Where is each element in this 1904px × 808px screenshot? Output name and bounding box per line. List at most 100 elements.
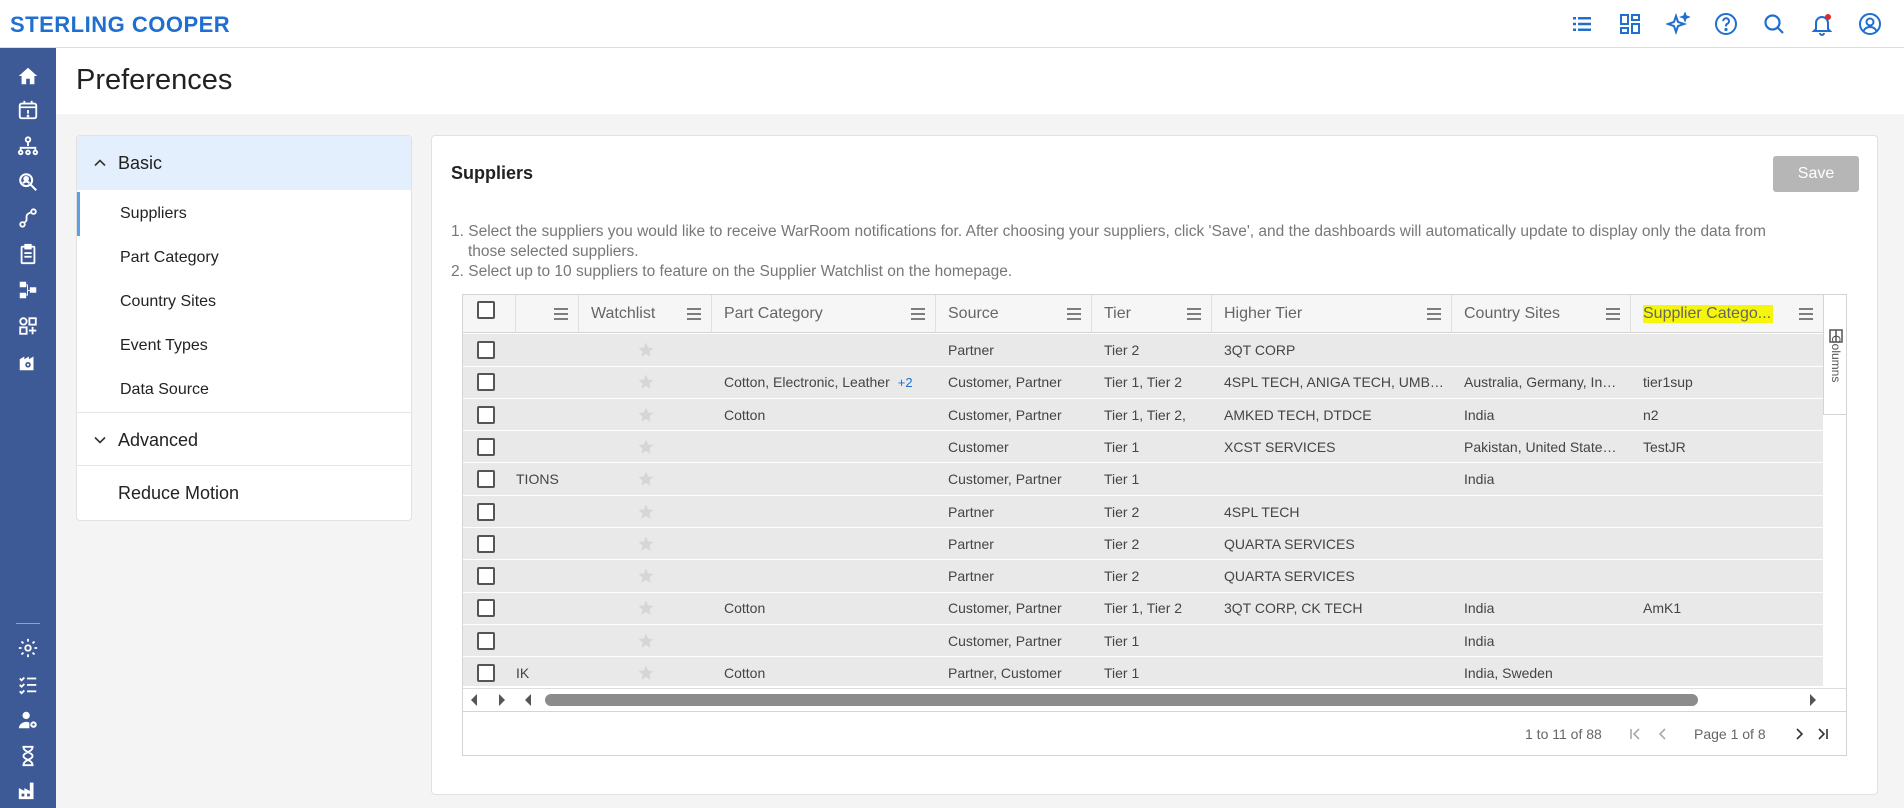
- column-menu-icon[interactable]: [1606, 308, 1620, 320]
- user-icon[interactable]: [1846, 0, 1894, 48]
- instruction-line: 1. Select the suppliers you would like t…: [451, 223, 1766, 240]
- table-row[interactable]: Cotton, Electronic, Leather +2 Customer, P…: [463, 366, 1823, 399]
- network-icon[interactable]: [14, 132, 42, 160]
- building-gear-icon[interactable]: [14, 348, 42, 376]
- row-checkbox[interactable]: [477, 470, 495, 489]
- more-categories-link[interactable]: +2: [898, 375, 913, 390]
- sparkle-icon[interactable]: [1654, 0, 1702, 48]
- next-page-icon[interactable]: [1791, 726, 1807, 742]
- watchlist-star-icon[interactable]: [637, 535, 655, 553]
- factory-icon[interactable]: [14, 776, 42, 804]
- first-page-icon[interactable]: [1627, 726, 1643, 742]
- table-row[interactable]: Cotton Customer, Partner Tier 1, Tier 2, AM…: [463, 399, 1823, 432]
- scroll-left-icon[interactable]: [523, 694, 533, 706]
- header-tier[interactable]: Tier: [1092, 295, 1212, 333]
- list-icon[interactable]: [1558, 0, 1606, 48]
- table-row[interactable]: Partner Tier 2 4SPL TECH: [463, 496, 1823, 528]
- column-menu-icon[interactable]: [1187, 308, 1201, 320]
- select-all-checkbox[interactable]: [477, 301, 495, 319]
- nav-section-reduce-motion[interactable]: Reduce Motion: [77, 466, 411, 520]
- scroll-right-icon[interactable]: [497, 694, 507, 706]
- row-checkbox[interactable]: [477, 534, 495, 553]
- bell-icon[interactable]: [1798, 0, 1846, 48]
- header-country-sites[interactable]: Country Sites: [1452, 295, 1631, 333]
- cell-tier: Tier 2: [1104, 334, 1210, 366]
- user-gear-icon[interactable]: [14, 706, 42, 734]
- watchlist-star-icon[interactable]: [637, 373, 655, 391]
- watchlist-star-icon[interactable]: [637, 632, 655, 650]
- scroll-right-icon[interactable]: [1808, 694, 1818, 706]
- horizontal-scrollbar[interactable]: [463, 688, 1846, 710]
- header-part-category[interactable]: Part Category: [712, 295, 936, 333]
- header-higher-tier[interactable]: Higher Tier: [1212, 295, 1452, 333]
- scroll-left-icon[interactable]: [469, 694, 479, 706]
- checklist-icon[interactable]: [14, 670, 42, 698]
- row-checkbox[interactable]: [477, 567, 495, 586]
- columns-tool-panel-tab[interactable]: Columns: [1823, 295, 1846, 415]
- cell-text: Tier 1, Tier 2,: [1104, 406, 1186, 423]
- watchlist-star-icon[interactable]: [637, 470, 655, 488]
- nav-item-data-source[interactable]: Data Source: [77, 368, 411, 412]
- search-icon[interactable]: [1750, 0, 1798, 48]
- settings-icon[interactable]: [14, 634, 42, 662]
- calendar-alert-icon[interactable]: [14, 96, 42, 124]
- watchlist-star-icon[interactable]: [637, 567, 655, 585]
- header-watchlist[interactable]: Watchlist: [579, 295, 712, 333]
- nav-item-part-category[interactable]: Part Category: [77, 236, 411, 280]
- table-row[interactable]: Cotton Customer, Partner Tier 1, Tier 2 3QT…: [463, 592, 1823, 625]
- hierarchy-icon[interactable]: [14, 276, 42, 304]
- cell-supplier-category: [1643, 657, 1821, 689]
- watchlist-star-icon[interactable]: [637, 406, 655, 424]
- table-row[interactable]: Customer, Partner Tier 1 India: [463, 625, 1823, 658]
- nav-item-suppliers[interactable]: Suppliers: [77, 192, 411, 236]
- cell-country-sites: [1464, 528, 1629, 560]
- route-icon[interactable]: [14, 204, 42, 232]
- watchlist-star-icon[interactable]: [637, 341, 655, 359]
- table-row[interactable]: TIONS Customer, Partner Tier 1 India: [463, 463, 1823, 496]
- row-checkbox[interactable]: [477, 341, 495, 359]
- column-menu-icon[interactable]: [554, 308, 568, 320]
- scroll-thumb[interactable]: [545, 694, 1698, 706]
- watchlist-star-icon[interactable]: [637, 664, 655, 682]
- clipboard-icon[interactable]: [14, 240, 42, 268]
- header-name[interactable]: [516, 295, 579, 333]
- nav-item-country-sites[interactable]: Country Sites: [77, 280, 411, 324]
- row-checkbox[interactable]: [477, 437, 495, 456]
- search-people-icon[interactable]: [14, 168, 42, 196]
- row-checkbox[interactable]: [477, 599, 495, 618]
- cell-text: Tier 2: [1104, 342, 1140, 358]
- watchlist-star-icon[interactable]: [637, 438, 655, 456]
- row-checkbox[interactable]: [477, 631, 495, 650]
- table-row[interactable]: Partner Tier 2 QUARTA SERVICES: [463, 528, 1823, 561]
- row-checkbox[interactable]: [477, 405, 495, 424]
- row-checkbox[interactable]: [477, 502, 495, 521]
- last-page-icon[interactable]: [1815, 726, 1831, 742]
- table-row[interactable]: Customer Tier 1 XCST SERVICES Pakistan, Uni…: [463, 431, 1823, 464]
- watchlist-star-icon[interactable]: [637, 503, 655, 521]
- home-icon[interactable]: [14, 62, 42, 90]
- watchlist-star-icon[interactable]: [637, 599, 655, 617]
- cell-text: QUARTA SERVICES: [1224, 568, 1355, 585]
- column-menu-icon[interactable]: [911, 308, 925, 320]
- help-icon[interactable]: [1702, 0, 1750, 48]
- nav-section-advanced[interactable]: Advanced: [77, 413, 411, 467]
- table-row[interactable]: IK Cotton Partner, Customer Tier 1 India, Sw…: [463, 657, 1823, 690]
- nav-section-basic[interactable]: Basic: [77, 136, 411, 190]
- hourglass-icon[interactable]: [14, 742, 42, 770]
- header-supplier-category[interactable]: Supplier Catego...: [1631, 295, 1823, 333]
- row-checkbox[interactable]: [477, 373, 495, 392]
- table-row[interactable]: Partner Tier 2 QUARTA SERVICES: [463, 560, 1823, 593]
- column-menu-icon[interactable]: [687, 308, 701, 320]
- previous-page-icon[interactable]: [1655, 726, 1671, 742]
- save-button[interactable]: Save: [1773, 156, 1859, 192]
- apps-icon[interactable]: [14, 312, 42, 340]
- column-menu-icon[interactable]: [1799, 308, 1813, 320]
- dashboard-icon[interactable]: [1606, 0, 1654, 48]
- brand-logo[interactable]: STERLING COOPER: [10, 12, 230, 38]
- row-checkbox[interactable]: [477, 664, 495, 682]
- header-source[interactable]: Source: [936, 295, 1092, 333]
- nav-item-event-types[interactable]: Event Types: [77, 324, 411, 368]
- column-menu-icon[interactable]: [1067, 308, 1081, 320]
- table-row[interactable]: Partner Tier 2 3QT CORP: [463, 334, 1823, 367]
- column-menu-icon[interactable]: [1427, 308, 1441, 320]
